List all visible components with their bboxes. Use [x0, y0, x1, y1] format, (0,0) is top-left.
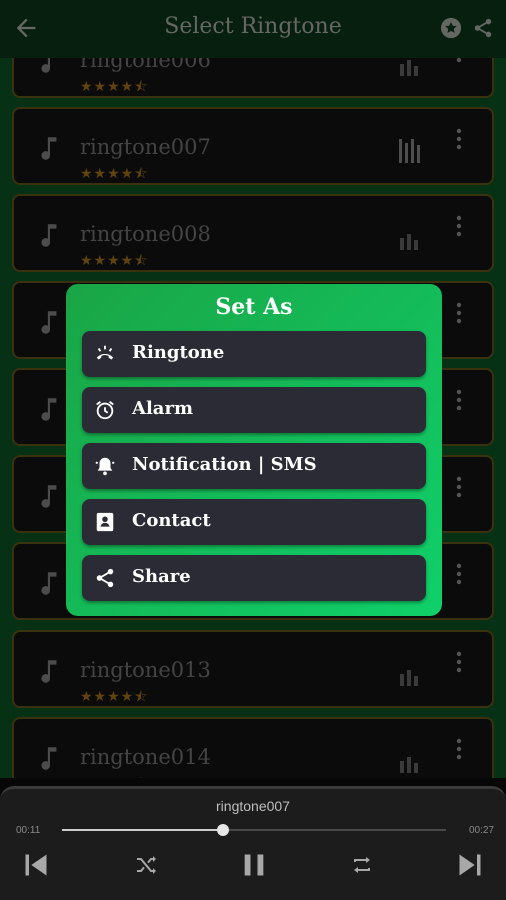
set-as-alarm-button[interactable]: Alarm	[82, 387, 426, 433]
pause-icon[interactable]	[240, 851, 268, 879]
skip-previous-icon[interactable]	[22, 851, 50, 879]
skip-next-icon[interactable]	[456, 851, 484, 879]
seek-progress	[62, 829, 224, 831]
option-label: Alarm	[132, 398, 193, 419]
duration-time: 00:27	[469, 825, 495, 836]
set-as-notification-button[interactable]: Notification | SMS	[82, 443, 426, 489]
repeat-icon[interactable]	[350, 851, 374, 879]
seek-bar[interactable]	[62, 824, 446, 836]
elapsed-time: 00:11	[16, 825, 41, 836]
notification-bell-icon	[95, 457, 115, 476]
set-as-contact-button[interactable]: Contact	[82, 499, 426, 545]
option-label: Notification | SMS	[132, 454, 317, 475]
contact-card-icon	[96, 512, 114, 532]
alarm-clock-icon	[96, 401, 114, 420]
mini-player: ringtone007 00:11 00:27	[0, 786, 506, 900]
set-as-dialog: Set As Ringtone Alarm Notification | SMS…	[66, 284, 442, 616]
option-label: Contact	[132, 510, 211, 531]
set-as-ringtone-button[interactable]: Ringtone	[82, 331, 426, 377]
option-label: Ringtone	[132, 342, 225, 363]
share-button[interactable]: Share	[82, 555, 426, 601]
share-icon	[96, 568, 114, 588]
shuffle-icon[interactable]	[134, 851, 158, 879]
ringtone-phone-icon	[96, 345, 114, 360]
dialog-title: Set As	[215, 294, 293, 320]
option-label: Share	[132, 566, 191, 587]
now-playing-title: ringtone007	[216, 798, 290, 814]
seek-thumb[interactable]	[217, 824, 230, 836]
